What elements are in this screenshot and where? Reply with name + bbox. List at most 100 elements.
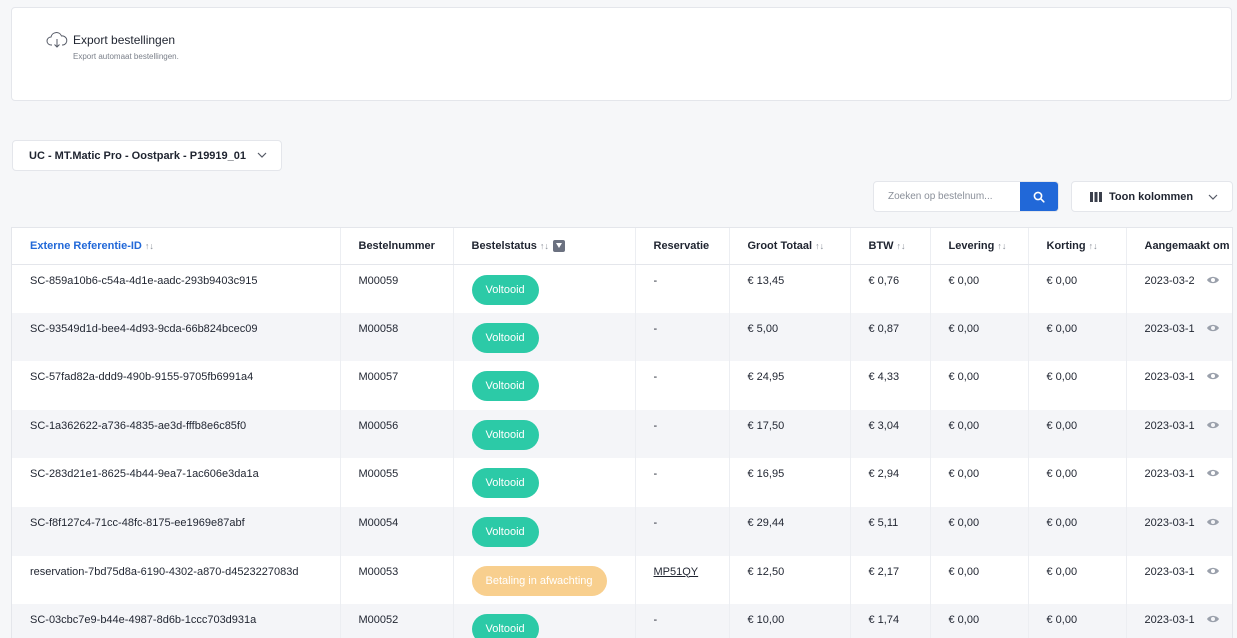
grand-total-text: € 12,50 [747, 565, 785, 578]
toggle-columns-label: Toon kolommen [1109, 190, 1194, 203]
reservation-cell: - [635, 312, 730, 362]
external-reference-text: SC-f8f127c4-71cc-48fc-8175-ee1969e87abf [30, 516, 245, 529]
external-reference-cell: SC-57fad82a-ddd9-490b-9155-9705fb6991a4 [12, 361, 341, 410]
view-order-eye-icon[interactable] [1206, 323, 1220, 333]
reservation-cell: - [635, 458, 730, 507]
created-at-text: 2023-03-1 [1144, 468, 1195, 481]
column-header[interactable]: BTW ↑↓ [850, 228, 931, 265]
column-header[interactable]: Bestelstatus ↑↓ [453, 228, 636, 265]
view-order-eye-icon[interactable] [1206, 371, 1220, 381]
order-number-text: M00052 [358, 614, 399, 627]
order-number-text: M00059 [358, 274, 399, 287]
table-row[interactable]: SC-f8f127c4-71cc-48fc-8175-ee1969e87abf M… [12, 506, 1232, 556]
sort-icon[interactable]: ↑↓ [897, 241, 906, 251]
reservation-cell: MP51QY [635, 555, 730, 605]
view-order-eye-icon[interactable] [1206, 468, 1220, 478]
column-header[interactable]: Levering ↑↓ [930, 228, 1029, 265]
reservation-cell: - [635, 409, 730, 459]
grand-total-text: € 16,95 [747, 468, 785, 481]
search-input[interactable] [874, 182, 1022, 211]
view-order-eye-icon[interactable] [1206, 566, 1220, 576]
grand-total-text: € 13,45 [747, 274, 785, 287]
grand-total-cell: € 10,00 [729, 604, 851, 638]
delivery-text: € 0,00 [948, 274, 980, 287]
status-badge: Voltooid [471, 614, 539, 638]
grand-total-cell: € 12,50 [729, 555, 851, 605]
external-reference-text: SC-1a362622-a736-4835-ae3d-fffb8e6c85f0 [30, 419, 247, 432]
order-number-cell: M00054 [340, 506, 454, 556]
created-at-text: 2023-03-1 [1144, 371, 1195, 384]
table-row[interactable]: reservation-7bd75d8a-6190-4302-a870-d452… [12, 555, 1232, 605]
column-header[interactable]: Korting ↑↓ [1028, 228, 1127, 265]
sort-icon[interactable]: ↑↓ [145, 241, 154, 251]
order-status-cell: Voltooid [453, 604, 636, 638]
delivery-text: € 0,00 [948, 371, 980, 384]
created-at-cell: 2023-03-1 [1126, 361, 1232, 410]
column-header-label: Levering [948, 239, 995, 252]
discount-cell: € 0,00 [1028, 312, 1127, 362]
sort-icon[interactable]: ↑↓ [1089, 241, 1098, 251]
view-order-eye-icon[interactable] [1206, 614, 1220, 624]
order-number-cell: M00058 [340, 312, 454, 362]
export-card[interactable]: Export bestellingen Export automaat best… [11, 7, 1232, 101]
table-row[interactable]: SC-57fad82a-ddd9-490b-9155-9705fb6991a4 M… [12, 361, 1232, 410]
order-number-text: M00055 [358, 468, 399, 481]
order-status-cell: Voltooid [453, 361, 636, 410]
sort-icon[interactable]: ↑↓ [815, 241, 824, 251]
column-header-label: Bestelstatus [471, 239, 537, 252]
reservation-cell: - [635, 361, 730, 410]
table-row[interactable]: SC-93549d1d-bee4-4d93-9cda-66b824bcec09 M… [12, 312, 1232, 362]
created-at-text: 2023-03-2 [1144, 274, 1195, 287]
view-order-eye-icon[interactable] [1206, 517, 1220, 527]
delivery-cell: € 0,00 [930, 555, 1029, 605]
sort-icon[interactable]: ↑↓ [997, 241, 1006, 251]
delivery-text: € 0,00 [948, 614, 980, 627]
created-at-cell: 2023-03-1 [1126, 458, 1232, 507]
delivery-text: € 0,00 [948, 516, 980, 529]
reservation-text: - [653, 468, 658, 481]
created-at-text: 2023-03-1 [1144, 614, 1195, 627]
order-number-text: M00053 [358, 565, 399, 578]
view-order-eye-icon[interactable] [1206, 420, 1220, 430]
status-badge: Voltooid [471, 371, 539, 402]
column-header[interactable]: Groot Totaal ↑↓ [729, 228, 851, 265]
column-header[interactable]: Bestelnummer [340, 228, 454, 265]
external-reference-text: SC-57fad82a-ddd9-490b-9155-9705fb6991a4 [30, 371, 254, 384]
status-badge: Voltooid [471, 468, 539, 499]
order-number-cell: M00056 [340, 409, 454, 459]
order-number-cell: M00059 [340, 264, 454, 313]
location-select-value: UC - MT.Matic Pro - Oostpark - P19919_01 [29, 149, 247, 162]
order-status-cell: Voltooid [453, 506, 636, 556]
table-row[interactable]: SC-859a10b6-c54a-4d1e-aadc-293b9403c915 M… [12, 264, 1232, 313]
reservation-cell: - [635, 604, 730, 638]
orders-table: Externe Referentie-ID ↑↓ Bestelnummer Beste… [11, 227, 1233, 638]
view-order-eye-icon[interactable] [1206, 275, 1220, 285]
export-title[interactable]: Export bestellingen [73, 33, 175, 47]
vat-text: € 2,17 [868, 565, 900, 578]
reservation-cell: - [635, 264, 730, 313]
filter-icon[interactable] [552, 239, 565, 252]
column-header[interactable]: Externe Referentie-ID ↑↓ [12, 228, 341, 265]
toggle-columns-button[interactable]: Toon kolommen [1071, 181, 1233, 212]
created-at-text: 2023-03-1 [1144, 565, 1195, 578]
delivery-cell: € 0,00 [930, 458, 1029, 507]
vat-text: € 0,76 [868, 274, 900, 287]
external-reference-text: reservation-7bd75d8a-6190-4302-a870-d452… [30, 565, 299, 578]
search-button[interactable] [1020, 182, 1058, 211]
column-header[interactable]: Reservatie [635, 228, 730, 265]
vat-text: € 1,74 [868, 614, 900, 627]
sort-icon[interactable]: ↑↓ [540, 241, 549, 251]
table-row[interactable]: SC-283d21e1-8625-4b44-9ea7-1ac606e3da1a M… [12, 458, 1232, 507]
vat-text: € 2,94 [868, 468, 900, 481]
grand-total-cell: € 29,44 [729, 506, 851, 556]
table-row[interactable]: SC-1a362622-a736-4835-ae3d-fffb8e6c85f0 M… [12, 409, 1232, 459]
table-row[interactable]: SC-03cbc7e9-b44e-4987-8d6b-1ccc703d931a M… [12, 604, 1232, 638]
grand-total-cell: € 16,95 [729, 458, 851, 507]
reservation-link[interactable]: MP51QY [654, 566, 699, 578]
created-at-cell: 2023-03-1 [1126, 409, 1232, 459]
created-at-text: 2023-03-1 [1144, 322, 1195, 335]
location-select[interactable]: UC - MT.Matic Pro - Oostpark - P19919_01 [12, 140, 282, 171]
discount-text: € 0,00 [1046, 468, 1078, 481]
order-number-cell: M00053 [340, 555, 454, 605]
column-header[interactable]: Aangemaakt om [1126, 228, 1232, 265]
